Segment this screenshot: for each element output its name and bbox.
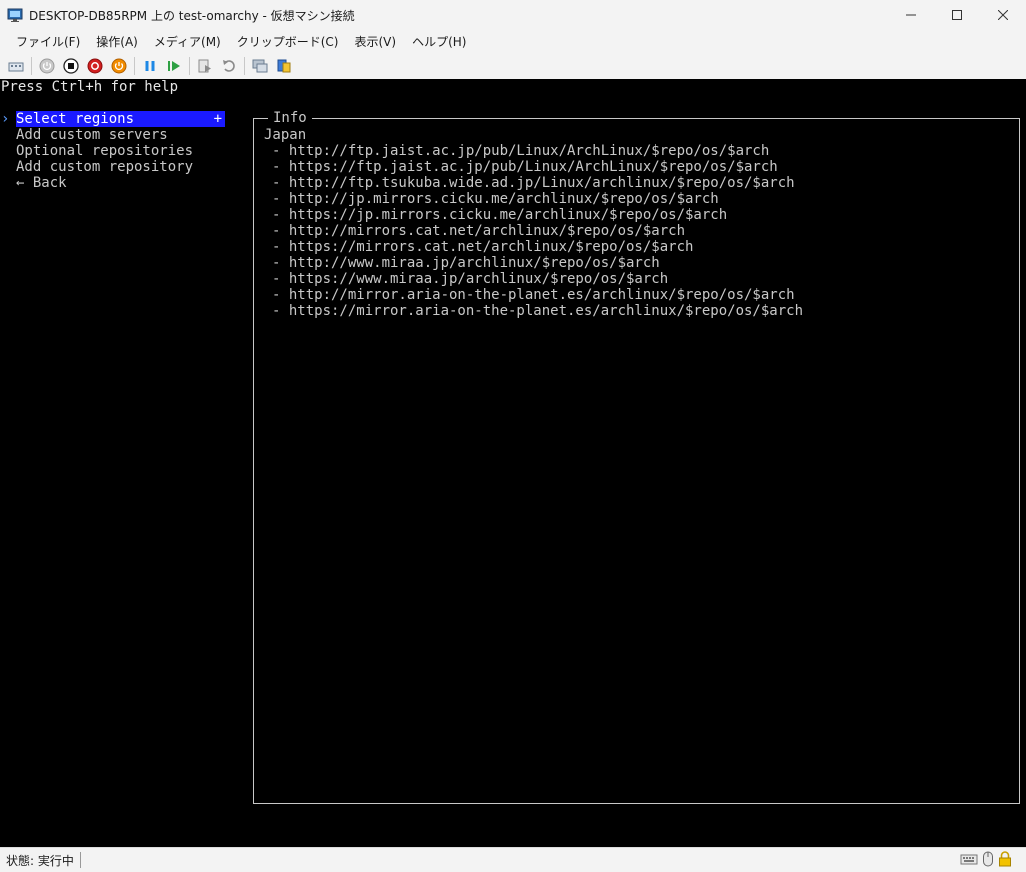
share-icon [277,59,291,72]
maximize-button[interactable] [934,0,980,30]
mirror-url: - https://www.miraa.jp/archlinux/$repo/o… [272,271,669,287]
help-hint: Press Ctrl+h for help [1,79,179,95]
revert-icon [223,59,235,72]
menu-cursor: › [1,111,10,127]
menu-action[interactable]: 操作(A) [88,33,146,50]
status-separator [79,852,81,868]
region-name: Japan [264,127,307,143]
menu-item-add-custom-servers[interactable]: Add custom servers [0,127,168,143]
start-button[interactable] [35,55,59,77]
ctrl-alt-del-icon [8,62,24,71]
checkpoint-button[interactable] [193,55,217,77]
menu-item-select-regions[interactable]: › Select regions + [0,111,225,127]
mirror-url: - http://mirrors.cat.net/archlinux/$repo… [272,223,686,239]
mirror-url: - http://www.miraa.jp/archlinux/$repo/os… [272,255,660,271]
mirror-url: - http://mirror.aria-on-the-planet.es/ar… [272,287,795,303]
info-panel-content: Japan - http://ftp.jaist.ac.jp/pub/Linux… [264,127,803,319]
submenu-marker: + [213,111,222,127]
menu-bar: ファイル(F) 操作(A) メディア(M) クリップボード(C) 表示(V) ヘ… [0,30,1026,52]
resume-button[interactable] [162,55,186,77]
menu-media[interactable]: メディア(M) [146,33,229,50]
ctrl-alt-del-button[interactable] [4,55,28,77]
save-icon [111,58,127,73]
menu-item-label: Add custom repository [16,159,194,175]
revert-button[interactable] [217,55,241,77]
menu-item-label: Add custom servers [16,127,168,143]
toolbar-separator [189,56,190,75]
close-button[interactable] [980,0,1026,30]
menu-clipboard[interactable]: クリップボード(C) [229,33,347,50]
toolbar-separator [31,56,32,75]
toolbar-separator [134,56,135,75]
minimize-button[interactable] [888,0,934,30]
maximize-icon [952,10,962,20]
menu-help[interactable]: ヘルプ(H) [404,33,474,50]
menu-item-label: Optional repositories [16,143,194,159]
turn-off-icon [63,57,79,74]
mirror-url: - http://ftp.jaist.ac.jp/pub/Linux/ArchL… [272,143,770,159]
vm-status-text: 状態: 実行中 [6,853,74,868]
save-button[interactable] [107,55,131,77]
mirror-url: - https://jp.mirrors.cicku.me/archlinux/… [272,207,728,223]
menu-item-label: Select regions + [16,111,225,127]
mouse-icon [983,851,993,867]
keyboard-icon [960,854,978,865]
pause-button[interactable] [138,55,162,77]
shutdown-icon [87,58,103,73]
shutdown-button[interactable] [83,55,107,77]
minimize-icon [906,14,916,16]
mirror-url: - http://jp.mirrors.cicku.me/archlinux/$… [272,191,719,207]
vm-console-screen[interactable]: Press Ctrl+h for help › Select regions + … [0,79,1026,847]
window-controls [888,0,1026,30]
status-bar: 状態: 実行中 [0,847,1026,872]
vm-connection-icon [7,8,23,22]
menu-file[interactable]: ファイル(F) [8,33,88,50]
close-icon [998,10,1008,20]
menu-item-back[interactable]: ← Back [0,175,67,191]
enhanced-session-icon [252,59,268,72]
checkpoint-icon [198,59,211,72]
menu-item-optional-repositories[interactable]: Optional repositories [0,143,193,159]
toolbar [0,52,1026,79]
share-button[interactable] [272,55,296,77]
mirror-url: - https://ftp.jaist.ac.jp/pub/Linux/Arch… [272,159,778,175]
mirror-url: - https://mirrors.cat.net/archlinux/$rep… [272,239,694,255]
window-title: DESKTOP-DB85RPM 上の test-omarchy - 仮想マシン接… [29,8,355,23]
status-icons [960,851,1012,867]
title-bar: DESKTOP-DB85RPM 上の test-omarchy - 仮想マシン接… [0,0,1026,30]
mirror-url: - http://ftp.tsukuba.wide.ad.jp/Linux/ar… [272,175,795,191]
enhanced-session-button[interactable] [248,55,272,77]
resume-icon [168,60,180,71]
installer-menu: › Select regions + Add custom servers Opt… [0,111,225,191]
start-icon [39,58,55,73]
menu-item-label: ← Back [16,175,67,191]
lock-icon [999,851,1011,867]
toolbar-separator [244,56,245,75]
turn-off-button[interactable] [59,55,83,77]
mirror-url: - https://mirror.aria-on-the-planet.es/a… [272,303,804,319]
menu-item-add-custom-repository[interactable]: Add custom repository [0,159,193,175]
menu-view[interactable]: 表示(V) [347,33,405,50]
info-panel-title: Info [268,110,312,126]
pause-icon [145,60,155,71]
